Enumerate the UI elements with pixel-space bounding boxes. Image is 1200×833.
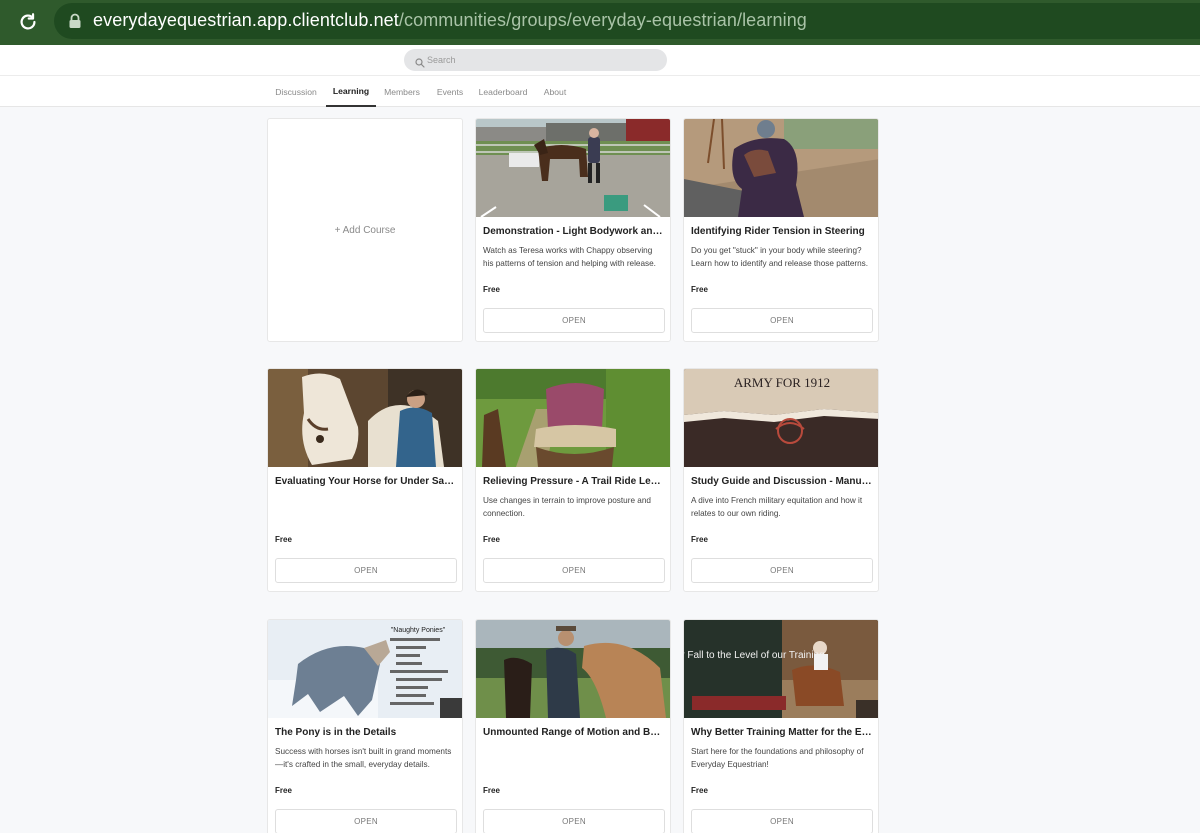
course-thumbnail[interactable]: ARMY FOR 1912 (684, 369, 878, 467)
thumb-heading: ARMY FOR 1912 (734, 375, 830, 390)
open-button[interactable]: OPEN (483, 308, 665, 333)
search-box[interactable] (404, 49, 667, 71)
open-button[interactable]: OPEN (275, 558, 457, 583)
course-title[interactable]: Identifying Rider Tension in Steering (691, 226, 873, 237)
course-thumbnail[interactable] (684, 119, 878, 217)
url-path: /communities/groups/everyday-equestrian/… (398, 10, 807, 30)
course-card: ARMY FOR 1912 Study Guide and Discussion… (683, 368, 879, 592)
lock-icon (68, 13, 82, 29)
app-header (0, 45, 1200, 76)
course-price: Free (691, 786, 708, 795)
course-card: Unmounted Range of Motion and Body Work … (475, 619, 671, 833)
course-card: Relieving Pressure - A Trail Ride Lesson… (475, 368, 671, 592)
course-title[interactable]: Why Better Training Matter for the Every… (691, 727, 873, 738)
course-price: Free (483, 786, 500, 795)
course-description: Do you get "stuck" in your body while st… (691, 246, 869, 268)
course-description: A dive into French military equitation a… (691, 496, 863, 518)
course-description: Success with horses isn't built in grand… (275, 747, 452, 769)
course-title[interactable]: Evaluating Your Horse for Under Saddle W… (275, 476, 457, 487)
course-title[interactable]: Relieving Pressure - A Trail Ride Lesson (483, 476, 665, 487)
url-text: everydayequestrian.app.clientclub.net/co… (93, 10, 807, 31)
course-price: Free (691, 535, 708, 544)
community-tabs: Discussion Learning Members Events Leade… (0, 76, 1200, 107)
add-course-label: + Add Course (334, 224, 396, 236)
course-description: Watch as Teresa works with Chappy observ… (483, 246, 656, 268)
course-thumbnail[interactable] (476, 620, 670, 718)
browser-address-bar: everydayequestrian.app.clientclub.net/co… (0, 0, 1200, 45)
course-description: Use changes in terrain to improve postur… (483, 496, 651, 518)
tab-about[interactable]: About (540, 76, 570, 107)
course-card: We Rise or Fall to the Level of our Trai… (683, 619, 879, 833)
search-icon (415, 55, 425, 68)
open-button[interactable]: OPEN (483, 558, 665, 583)
thumb-heading: We Rise or Fall to the Level of our Trai… (684, 650, 825, 661)
open-button[interactable]: OPEN (691, 308, 873, 333)
course-price: Free (483, 285, 500, 294)
course-title[interactable]: Demonstration - Light Bodywork and Relea… (483, 226, 665, 237)
tab-members[interactable]: Members (381, 76, 423, 107)
url-host: everydayequestrian.app.clientclub.net (93, 10, 399, 30)
course-thumbnail[interactable] (268, 369, 462, 467)
course-thumbnail[interactable]: "Naughty Ponies" (268, 620, 462, 718)
course-card: "Naughty Ponies" The Pony is in the Deta… (267, 619, 463, 833)
tab-events[interactable]: Events (434, 76, 466, 107)
course-thumbnail[interactable] (476, 369, 670, 467)
course-price: Free (691, 285, 708, 294)
course-title[interactable]: Unmounted Range of Motion and Body Work (483, 727, 665, 738)
open-button[interactable]: OPEN (691, 809, 873, 833)
course-thumbnail[interactable] (476, 119, 670, 217)
course-thumbnail[interactable]: We Rise or Fall to the Level of our Trai… (684, 620, 878, 718)
url-field[interactable]: everydayequestrian.app.clientclub.net/co… (54, 3, 1200, 39)
search-input[interactable] (427, 51, 657, 69)
course-card: Evaluating Your Horse for Under Saddle W… (267, 368, 463, 592)
thumb-heading: "Naughty Ponies" (391, 627, 446, 634)
tab-leaderboard[interactable]: Leaderboard (477, 76, 529, 107)
tab-discussion[interactable]: Discussion (271, 76, 321, 107)
tab-learning[interactable]: Learning (326, 76, 376, 107)
course-price: Free (483, 535, 500, 544)
open-button[interactable]: OPEN (275, 809, 457, 833)
reload-icon[interactable] (14, 8, 42, 36)
course-price: Free (275, 535, 292, 544)
course-description: Start here for the foundations and philo… (691, 747, 864, 769)
course-title[interactable]: Study Guide and Discussion - Manual of E… (691, 476, 873, 487)
course-price: Free (275, 786, 292, 795)
open-button[interactable]: OPEN (691, 558, 873, 583)
course-card: Demonstration - Light Bodywork and Relea… (475, 118, 671, 342)
course-card: Identifying Rider Tension in Steering Do… (683, 118, 879, 342)
open-button[interactable]: OPEN (483, 809, 665, 833)
course-title[interactable]: The Pony is in the Details (275, 727, 457, 738)
add-course-card[interactable]: + Add Course (267, 118, 463, 342)
